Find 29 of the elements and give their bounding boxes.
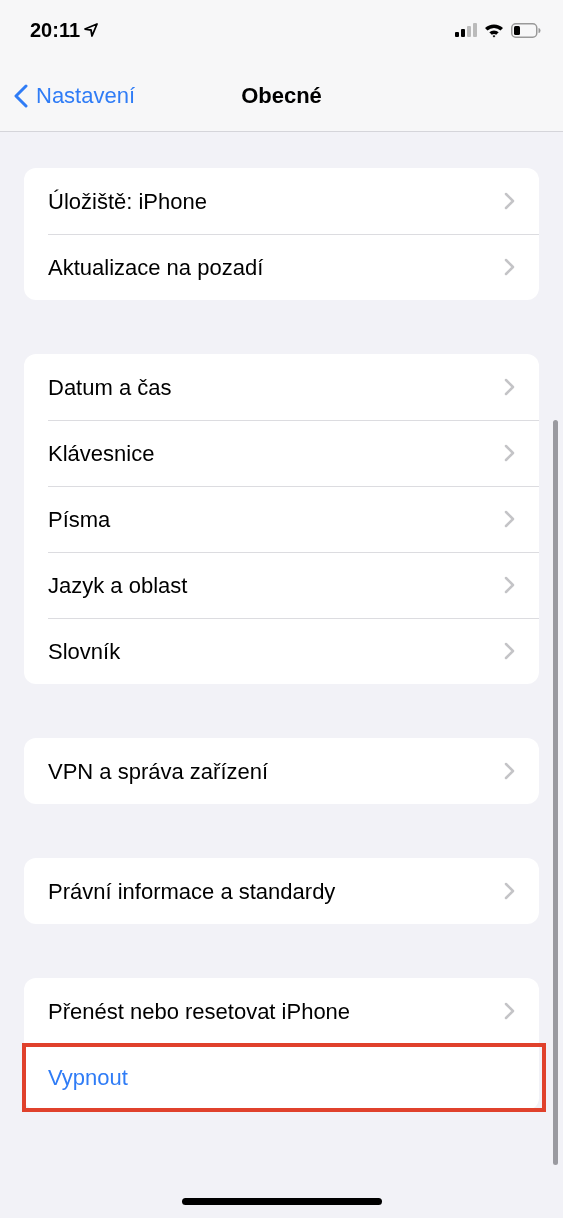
back-link[interactable]: Nastavení: [0, 79, 136, 112]
wifi-icon: [484, 22, 504, 38]
chevron-icon: [504, 882, 515, 900]
battery-icon: [511, 22, 541, 38]
chevron-icon: [504, 192, 515, 210]
location-arrow-icon: [84, 23, 99, 37]
back-chevron-icon: [14, 83, 28, 108]
settings-item[interactable]: Datum a čas: [48, 370, 172, 404]
action-link[interactable]: Vypnout: [48, 1060, 128, 1094]
chevron-icon: [504, 642, 515, 660]
chevron-icon: [504, 576, 515, 594]
signal-icon: [455, 23, 477, 37]
page-title: Obecné: [241, 82, 322, 110]
settings-item[interactable]: Úložiště: iPhone: [48, 184, 207, 218]
settings-item[interactable]: Jazyk a oblast: [48, 568, 188, 602]
settings-item[interactable]: Písma: [48, 502, 111, 536]
chevron-icon: [504, 258, 515, 276]
settings-item[interactable]: Slovník: [48, 634, 121, 668]
settings-item[interactable]: Právní informace a standardy: [48, 874, 336, 908]
settings-item[interactable]: VPN a správa zařízení: [48, 754, 269, 788]
status-time: 20:11: [30, 18, 81, 43]
settings-item[interactable]: Klávesnice: [48, 436, 155, 470]
chevron-icon: [504, 510, 515, 528]
chevron-icon: [504, 378, 515, 396]
chevron-icon: [504, 1002, 515, 1020]
chevron-icon: [504, 762, 515, 780]
chevron-icon: [504, 444, 515, 462]
settings-item[interactable]: Přenést nebo resetovat iPhone: [48, 994, 351, 1028]
settings-item[interactable]: Aktualizace na pozadí: [48, 250, 264, 284]
